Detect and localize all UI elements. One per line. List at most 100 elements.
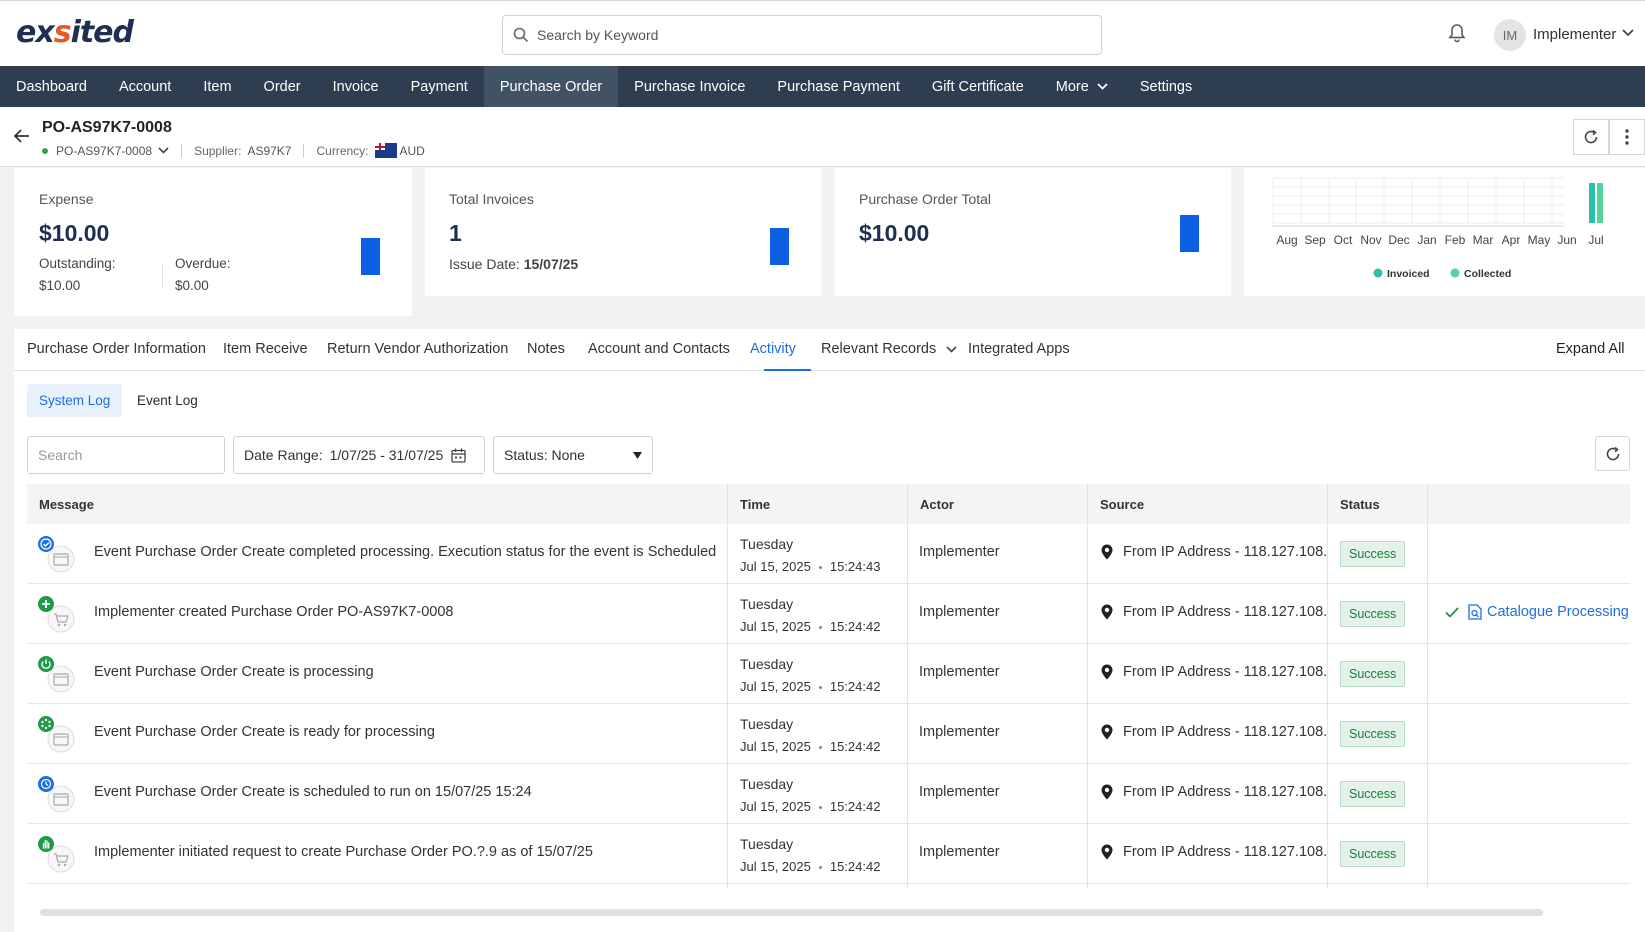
table-row[interactable]: Implementer initiated request to create …	[27, 824, 1630, 884]
log-actor: Implementer	[919, 844, 1000, 860]
column-header-time[interactable]: Time	[740, 497, 770, 512]
record-title: PO-AS97K7-0008	[42, 119, 172, 136]
log-source: From IP Address - 118.127.108.5	[1101, 664, 1327, 680]
total-invoices-value: 1	[449, 220, 462, 246]
column-header-source[interactable]: Source	[1100, 497, 1144, 512]
log-search[interactable]	[27, 436, 225, 474]
log-date: Jul 15, 2025	[740, 859, 811, 874]
log-source: From IP Address - 118.127.108.5	[1101, 844, 1327, 860]
nav-dashboard[interactable]: Dashboard	[0, 66, 103, 107]
chevron-down-icon	[1097, 83, 1108, 90]
column-header-message[interactable]: Message	[39, 497, 94, 512]
more-options-button[interactable]	[1609, 119, 1645, 155]
currency-value: AUD	[399, 143, 425, 158]
log-source: From IP Address - 118.127.108.5	[1101, 784, 1327, 800]
subtab-system-log[interactable]: System Log	[27, 384, 123, 417]
record-tabs: Purchase Order Information Item Receive …	[14, 329, 1645, 371]
log-message: Event Purchase Order Create is ready for…	[94, 724, 435, 740]
chart-grid	[1272, 177, 1564, 226]
date-range-picker[interactable]: Date Range: 1/07/25 - 31/07/25	[233, 436, 485, 474]
australia-flag-icon	[374, 143, 397, 158]
tab-integrated-apps[interactable]: Integrated Apps	[968, 341, 1070, 357]
bullet	[818, 866, 822, 870]
tab-purchase-order-information[interactable]: Purchase Order Information	[27, 341, 206, 357]
status-filter[interactable]: Status: None	[493, 436, 653, 474]
nav-order[interactable]: Order	[248, 66, 317, 107]
table-row[interactable]: Event Purchase Order Create is scheduled…	[27, 764, 1630, 824]
avatar[interactable]: IM	[1494, 19, 1526, 51]
log-datetime: Jul 15, 2025 15:24:43	[740, 559, 880, 574]
nav-invoice[interactable]: Invoice	[317, 66, 395, 107]
location-pin-icon	[1101, 664, 1113, 680]
column-header-status[interactable]: Status	[1340, 497, 1380, 512]
tab-return-vendor-authorization[interactable]: Return Vendor Authorization	[327, 341, 508, 357]
status-select[interactable]: PO-AS97K7-0008	[56, 144, 152, 158]
table-row[interactable]: Implementer created Purchase Order PO-AS…	[27, 584, 1630, 644]
kebab-menu-icon	[1625, 129, 1629, 145]
tab-notes[interactable]: Notes	[527, 341, 565, 357]
log-day: Tuesday	[740, 596, 794, 612]
supplier-label: Supplier:	[194, 143, 242, 158]
table-row[interactable]: Event Purchase Order Create is processin…	[27, 644, 1630, 704]
expense-bar	[361, 238, 380, 275]
bell-icon[interactable]	[1448, 23, 1466, 43]
tab-account-and-contacts[interactable]: Account and Contacts	[588, 341, 730, 357]
nav-payment[interactable]: Payment	[395, 66, 484, 107]
nav-purchase-payment[interactable]: Purchase Payment	[761, 66, 916, 107]
total-invoices-label: Total Invoices	[449, 191, 534, 207]
status-badge: Success	[1340, 601, 1406, 627]
chevron-down-icon[interactable]	[158, 147, 169, 154]
refresh-button[interactable]	[1573, 119, 1609, 155]
user-name[interactable]: Implementer	[1533, 26, 1616, 43]
log-search-input[interactable]	[38, 447, 208, 463]
nav-account[interactable]: Account	[103, 66, 187, 107]
divider	[162, 264, 163, 288]
nav-more[interactable]: More	[1040, 66, 1124, 107]
log-message: Implementer initiated request to create …	[94, 844, 593, 860]
nav-settings[interactable]: Settings	[1124, 66, 1208, 107]
main-nav: Dashboard Account Item Order Invoice Pay…	[0, 66, 1645, 107]
log-time: 15:24:42	[829, 799, 881, 814]
log-refresh-button[interactable]	[1595, 436, 1630, 471]
caret-down-icon	[633, 451, 642, 459]
invoiced-bar-jul	[1589, 183, 1595, 223]
location-pin-icon	[1101, 724, 1113, 740]
nav-purchase-order[interactable]: Purchase Order	[483, 66, 619, 107]
subtab-event-log[interactable]: Event Log	[125, 384, 210, 417]
expand-all-button[interactable]: Expand All	[1556, 341, 1625, 357]
catalogue-processing-label: Catalogue Processing	[1487, 604, 1629, 620]
log-message: Event Purchase Order Create is processin…	[94, 664, 374, 680]
catalogue-processing-link[interactable]: Catalogue Processing	[1445, 604, 1629, 620]
calendar-icon[interactable]	[451, 448, 466, 463]
log-datetime: Jul 15, 2025 15:24:42	[740, 679, 880, 694]
date-range-label: Date Range:	[244, 447, 323, 463]
table-row[interactable]: Event Purchase Order Create completed pr…	[27, 524, 1630, 584]
tab-activity[interactable]: Activity	[750, 341, 796, 357]
chevron-down-icon[interactable]	[1622, 29, 1634, 37]
supplier-value: AS97K7	[247, 143, 292, 158]
global-search-input[interactable]	[537, 27, 1077, 43]
tab-item-receive[interactable]: Item Receive	[223, 341, 308, 357]
outstanding-value: $10.00	[39, 278, 81, 293]
log-actor: Implementer	[919, 784, 1000, 800]
nav-gift-certificate[interactable]: Gift Certificate	[916, 66, 1040, 107]
nav-purchase-invoice[interactable]: Purchase Invoice	[618, 66, 761, 107]
back-arrow-icon[interactable]	[14, 129, 30, 143]
global-search[interactable]	[502, 15, 1102, 55]
log-source-text: From IP Address - 118.127.108.5	[1123, 724, 1327, 740]
log-message: Implementer created Purchase Order PO-AS…	[94, 604, 454, 620]
log-time: 15:24:42	[829, 859, 881, 874]
log-time: 15:24:43	[829, 559, 881, 574]
exsited-logo[interactable]: exsited	[16, 15, 134, 50]
nav-item[interactable]: Item	[187, 66, 247, 107]
tab-relevant-records[interactable]: Relevant Records	[821, 341, 957, 357]
bullet	[818, 746, 822, 750]
legend-collected-label: Collected	[1464, 268, 1511, 280]
table-row[interactable]: Event Purchase Order Create is ready for…	[27, 704, 1630, 764]
po-total-bar	[1180, 215, 1199, 252]
log-day: Tuesday	[740, 836, 794, 852]
document-search-icon	[1468, 604, 1482, 620]
horizontal-scrollbar[interactable]	[40, 909, 1543, 916]
column-header-actor[interactable]: Actor	[920, 497, 954, 512]
log-message: Event Purchase Order Create is scheduled…	[94, 784, 532, 800]
